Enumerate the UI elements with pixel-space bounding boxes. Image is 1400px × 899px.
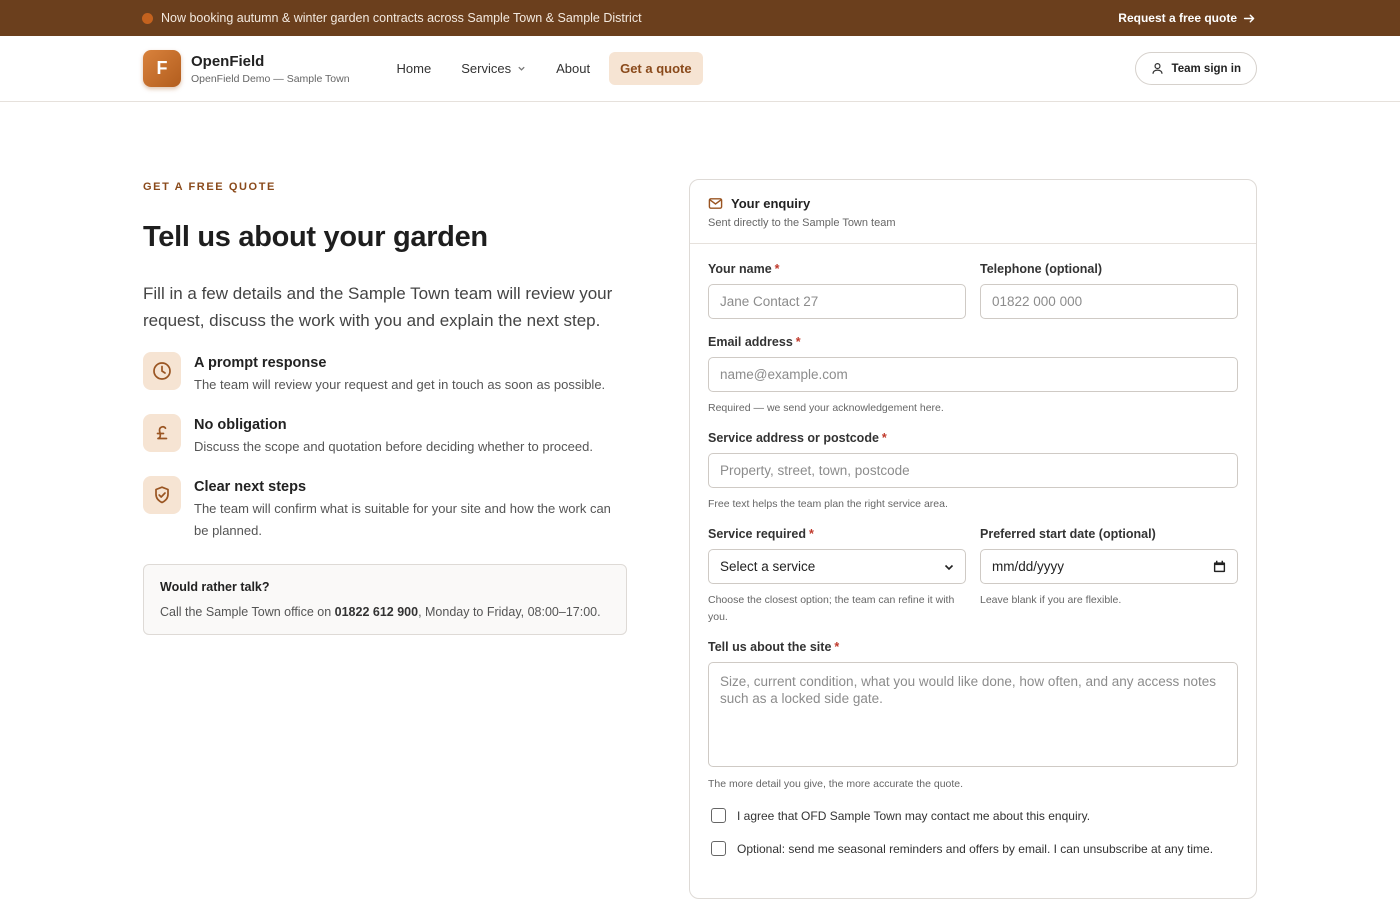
enquiry-form: Your name* Telephone (optional) Email ad…: [690, 244, 1256, 856]
name-field[interactable]: [708, 284, 966, 319]
email-label: Email address: [708, 335, 793, 349]
consent-checkbox[interactable]: [711, 808, 726, 823]
intro-text: Fill in a few details and the Sample Tow…: [143, 284, 613, 330]
form-title: Your enquiry: [731, 196, 811, 211]
required-marker: *: [774, 262, 780, 276]
address-hint: Free text helps the team plan the right …: [708, 498, 948, 510]
start-date-label: Preferred start date (optional): [980, 527, 1156, 541]
brand-name: OpenField: [191, 52, 265, 70]
email-field[interactable]: [708, 357, 1238, 392]
email-hint: Required — we send your acknowledgement …: [708, 402, 944, 414]
team-sign-in-button[interactable]: Team sign in: [1134, 52, 1257, 85]
marketing-option[interactable]: Optional: send me seasonal reminders and…: [708, 841, 1238, 856]
feature-item: No obligation Discuss the scope and quot…: [143, 414, 627, 458]
logo: F: [143, 50, 181, 87]
service-select[interactable]: Select a service: [708, 549, 966, 584]
nav-about[interactable]: About: [545, 52, 601, 85]
consent-option[interactable]: I agree that OFD Sample Town may contact…: [708, 808, 1238, 823]
nav-home[interactable]: Home: [386, 52, 443, 85]
main-nav: Home Services About Get a quote: [386, 52, 703, 85]
site-hint: The more detail you give, the more accur…: [708, 778, 964, 790]
name-label: Your name: [708, 262, 772, 276]
feature-description: The team will confirm what is suitable f…: [194, 501, 611, 538]
shield-check-icon: [143, 476, 181, 514]
callout-text: Call the Sample Town office on 01822 612…: [160, 605, 601, 619]
announcement-bar: Now booking autumn & winter garden contr…: [0, 0, 1400, 36]
brand-home-link[interactable]: F OpenField OpenField Demo — Sample Town: [143, 50, 350, 87]
intro-section: GET A FREE QUOTE Tell us about your gard…: [143, 181, 627, 635]
address-label: Service address or postcode: [708, 431, 879, 445]
telephone-field[interactable]: [980, 284, 1238, 319]
request-quote-link[interactable]: Request a free quote: [1118, 11, 1256, 25]
brand-subtitle: OpenField Demo — Sample Town: [191, 72, 350, 85]
nav-get-quote[interactable]: Get a quote: [609, 52, 703, 85]
clock-icon: [143, 352, 181, 390]
mail-icon: [708, 198, 723, 209]
status-dot-icon: [142, 12, 153, 24]
feature-title: A prompt response: [194, 355, 327, 371]
team-sign-in-label: Team sign in: [1171, 62, 1241, 75]
feature-description: The team will review your request and ge…: [194, 377, 606, 392]
start-date-field[interactable]: mm/dd/yyyy: [980, 549, 1238, 584]
site-details-field[interactable]: [708, 662, 1238, 767]
announcement-text: Now booking autumn & winter garden contr…: [161, 11, 642, 25]
office-phone[interactable]: 01822 612 900: [335, 605, 418, 619]
site-header: F OpenField OpenField Demo — Sample Town…: [0, 36, 1400, 102]
nav-services-label: Services: [461, 61, 512, 76]
feature-title: No obligation: [194, 417, 287, 433]
page-title: Tell us about your garden: [143, 221, 488, 253]
feature-item: Clear next steps The team will confirm w…: [143, 476, 627, 542]
chevron-down-icon: [518, 66, 525, 71]
callout-title: Would rather talk?: [160, 580, 270, 594]
consent-label: I agree that OFD Sample Town may contact…: [737, 808, 1091, 823]
user-icon: [1151, 63, 1163, 74]
feature-title: Clear next steps: [194, 479, 307, 495]
required-marker: *: [795, 335, 801, 349]
start-date-value: mm/dd/yyyy: [992, 559, 1065, 574]
request-quote-label: Request a free quote: [1118, 11, 1237, 25]
telephone-label: Telephone (optional): [980, 262, 1102, 276]
arrow-right-icon: [1243, 14, 1255, 22]
contact-callout: Would rather talk? Call the Sample Town …: [143, 564, 627, 635]
marketing-label: Optional: send me seasonal reminders and…: [737, 841, 1214, 856]
required-marker: *: [808, 527, 814, 541]
service-label: Service required: [708, 527, 806, 541]
address-field[interactable]: [708, 453, 1238, 488]
start-date-hint: Leave blank if you are flexible.: [980, 594, 1122, 606]
required-marker: *: [834, 640, 840, 654]
form-subtitle: Sent directly to the Sample Town team: [708, 217, 896, 229]
site-label: Tell us about the site: [708, 640, 832, 654]
marketing-checkbox[interactable]: [711, 841, 726, 856]
enquiry-form-card: Your enquiry Sent directly to the Sample…: [689, 179, 1257, 899]
eyebrow: GET A FREE QUOTE: [143, 181, 276, 193]
pound-icon: [143, 414, 181, 452]
calendar-icon[interactable]: [1213, 560, 1226, 573]
service-hint: Choose the closest option; the team can …: [708, 594, 955, 623]
chevron-down-icon: [944, 564, 954, 570]
required-marker: *: [881, 431, 887, 445]
feature-item: A prompt response The team will review y…: [143, 352, 627, 396]
service-select-value: Select a service: [720, 559, 816, 574]
nav-services[interactable]: Services: [450, 52, 537, 85]
feature-description: Discuss the scope and quotation before d…: [194, 439, 593, 454]
